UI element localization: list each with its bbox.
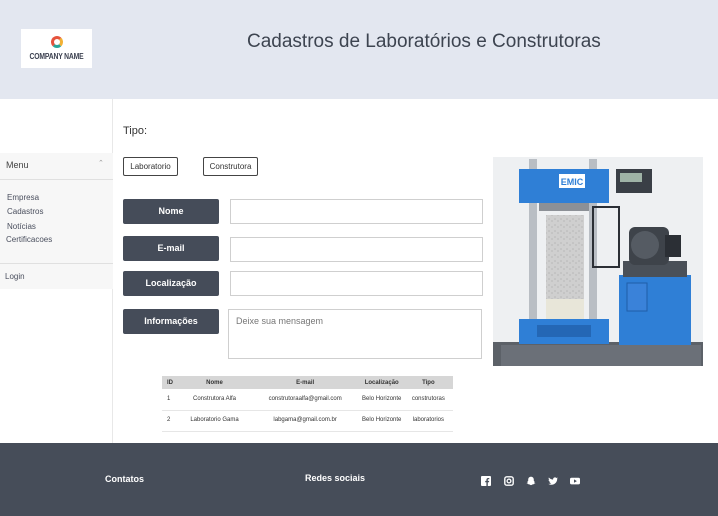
chevron-up-icon[interactable]: ⌃ [98,159,104,167]
cell-id: 1 [162,389,179,411]
sidebar-item-empresa[interactable]: Empresa [7,193,39,202]
menu-title: Menu [6,160,29,170]
youtube-icon[interactable] [570,476,580,486]
tipo-label: Tipo: [123,125,148,137]
table-row[interactable]: 1 Construtora Alfa construtoraalfa@gmail… [162,389,453,411]
localizacao-input[interactable] [230,271,483,296]
sidebar-item-noticias[interactable]: Notícias [7,222,36,231]
company-logo[interactable]: COMPANY NAME [21,29,92,68]
informacoes-textarea[interactable] [228,309,482,359]
column-header-nome: Nome [178,376,251,389]
contacts-link[interactable]: Contatos [105,474,144,484]
logo-mark-icon [51,36,63,48]
column-header-localizacao: Localização [359,376,404,389]
login-link[interactable]: Login [5,272,25,281]
column-header-tipo: Tipo [403,376,453,389]
testing-machine-illustration: EMIC [493,157,703,366]
cell-id: 2 [162,410,179,432]
sidebar: Menu ⌃ Empresa Cadastros Notícias Certif… [0,99,113,443]
emic-brand-label: EMIC [561,177,584,187]
table-row[interactable]: 2 Laboratorio Gama labgama@gmail.com.br … [162,410,453,432]
page-title: Cadastros de Laboratórios e Construtoras [247,31,601,52]
cell-localizacao: Belo Horizonte [359,410,404,432]
social-heading: Redes sociais [305,473,366,483]
email-input[interactable] [230,237,483,262]
records-table: ID Nome E-mail Localização Tipo 1 Constr… [162,376,453,432]
logo-text: COMPANY NAME [29,52,84,61]
email-label: E-mail [123,236,219,261]
testing-machine-image: EMIC [493,157,703,366]
column-header-email: E-mail [250,376,360,389]
sidebar-item-cadastros[interactable]: Cadastros [7,207,43,216]
facebook-icon[interactable] [481,476,491,486]
menu-header[interactable]: Menu ⌃ [0,153,113,180]
cell-localizacao: Belo Horizonte [359,389,404,411]
snapchat-icon[interactable] [526,476,536,486]
cell-email: construtoraalfa@gmail.com [250,389,360,411]
cell-tipo: laboratorios [403,410,453,432]
cell-email: labgama@gmail.com.br [250,410,360,432]
instagram-icon[interactable] [504,476,514,486]
site-footer: Contatos Redes sociais [0,443,718,516]
localizacao-label: Localização [123,271,219,296]
divider [0,263,113,264]
twitter-icon[interactable] [548,476,558,486]
site-header: COMPANY NAME Cadastros de Laboratórios e… [0,0,718,99]
nome-input[interactable] [230,199,483,224]
column-header-id: ID [162,376,179,389]
laboratorio-button[interactable]: Laboratorio [123,157,178,176]
sidebar-menu: Menu ⌃ Empresa Cadastros Notícias Certif… [0,153,113,289]
table-header-row: ID Nome E-mail Localização Tipo [162,376,453,389]
sidebar-item-certificacoes[interactable]: Certificacoes [6,235,52,244]
construtora-button[interactable]: Construtora [203,157,258,176]
nome-label: Nome [123,199,219,224]
cell-tipo: construtoras [403,389,453,411]
cell-nome: Laboratorio Gama [178,410,251,432]
cell-nome: Construtora Alfa [178,389,251,411]
informacoes-label: Informações [123,309,219,334]
